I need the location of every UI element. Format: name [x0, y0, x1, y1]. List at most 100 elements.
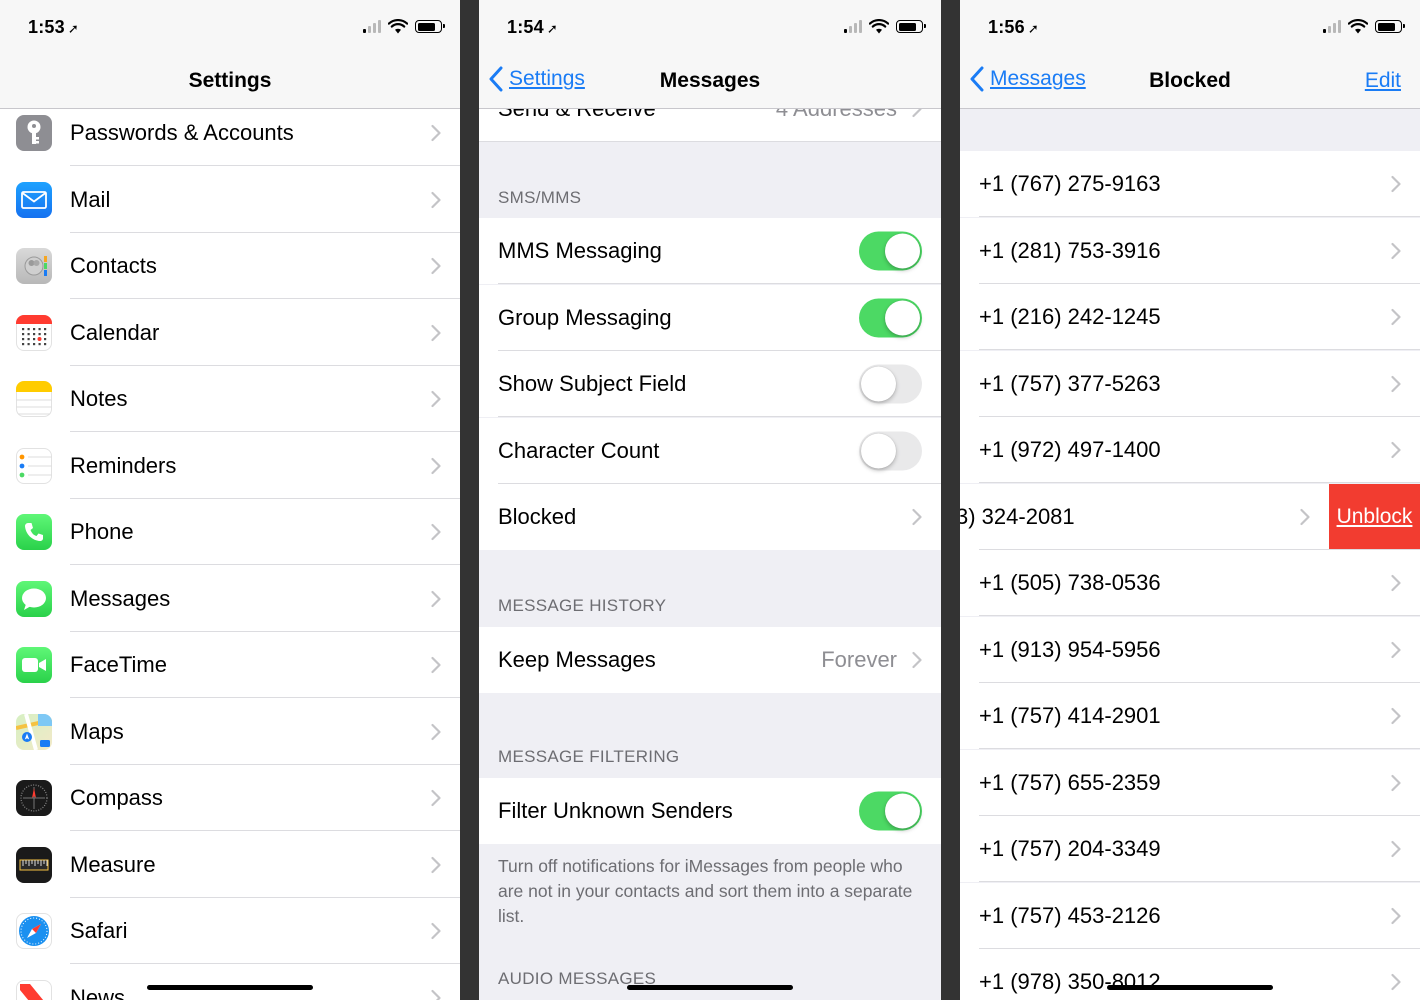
filter-unknown-senders-toggle[interactable]: [859, 791, 922, 831]
blocked-number: +1 (281) 753-3916: [979, 237, 1161, 263]
blocked-number: +1 (757) 655-2359: [979, 769, 1161, 795]
blocked-number: +1 (913) 954-5956: [979, 636, 1161, 662]
mail-icon: [16, 181, 52, 218]
messages-navbar: 1:54 ➚ Settings Messages: [479, 0, 941, 109]
sms-row-blocked[interactable]: Blocked: [479, 484, 941, 550]
settings-row-news[interactable]: News: [0, 964, 460, 1000]
blocked-number: +1 (757) 453-2126: [979, 902, 1161, 928]
chevron-right-icon: [1391, 441, 1401, 459]
chevron-right-icon: [1391, 774, 1401, 791]
home-indicator[interactable]: [147, 985, 313, 990]
row-label: Measure: [70, 851, 156, 877]
phone-icon: [16, 514, 52, 550]
section-header-sms: SMS/MMS: [498, 188, 582, 207]
row-label: Keep Messages: [498, 647, 656, 672]
blocked-number: +1 (505) 738-0536: [979, 570, 1161, 595]
settings-row-safari[interactable]: Safari: [0, 898, 460, 964]
page-title: Blocked: [1149, 69, 1231, 92]
settings-row-messages[interactable]: Messages: [0, 565, 460, 632]
row-label: Calendar: [70, 319, 160, 345]
row-label: Maps: [70, 718, 124, 744]
measure-icon: [16, 846, 52, 883]
battery-level: [417, 22, 436, 31]
blocked-number-row[interactable]: +1 (757) 414-2901: [960, 683, 1420, 749]
settings-navbar: 1:53 ➚ Settings: [0, 0, 460, 109]
chevron-right-icon: [1391, 308, 1401, 326]
chevron-right-icon: [431, 457, 441, 474]
blocked-number-row[interactable]: +1 (757) 377-5263: [960, 350, 1420, 417]
row-label: News: [70, 984, 126, 1000]
settings-row-calendar[interactable]: Calendar: [0, 299, 460, 366]
show-subject-field-toggle[interactable]: [859, 364, 922, 404]
settings-row-facetime[interactable]: FaceTime: [0, 632, 460, 698]
blocked-number-row[interactable]: +1 (913) 954-5956: [960, 616, 1420, 683]
blocked-number-row[interactable]: +1 (281) 753-3916: [960, 217, 1420, 284]
blocked-number-row[interactable]: +1 (757) 204-3349: [960, 816, 1420, 882]
filter-footer-text: Turn off notifications for iMessages fro…: [498, 856, 913, 926]
blocked-screen: +1 (767) 275-9163 +1 (281) 753-3916 +1 (21…: [960, 0, 1420, 1000]
wifi-icon: [869, 19, 889, 34]
unblock-button[interactable]: Unblock: [1329, 483, 1420, 550]
sms-row-show-subject-field: Show Subject Field: [479, 351, 941, 417]
chevron-right-icon: [1391, 907, 1401, 924]
location-arrow-icon: ➚: [1027, 21, 1039, 36]
settings-row-notes[interactable]: Notes: [0, 366, 460, 432]
row-value: Forever: [821, 647, 897, 672]
character-count-toggle[interactable]: [859, 431, 922, 470]
row-label: Messages: [70, 585, 171, 611]
settings-row-reminders[interactable]: Reminders: [0, 432, 460, 499]
battery-icon: [896, 20, 926, 33]
location-arrow-icon: ➚: [67, 21, 79, 36]
settings-row-mail[interactable]: Mail: [0, 166, 460, 233]
settings-row-maps[interactable]: Maps: [0, 698, 460, 765]
blocked-number-row[interactable]: +1 (757) 453-2126: [960, 882, 1420, 949]
separator: [479, 141, 941, 142]
toggle-knob: [885, 300, 920, 335]
calendar-icon: [16, 314, 52, 351]
row-label: Character Count: [498, 437, 660, 463]
chevron-right-icon: [431, 789, 441, 807]
settings-row-compass[interactable]: Compass: [0, 765, 460, 831]
settings-row-contacts[interactable]: Contacts: [0, 233, 460, 299]
status-time: 1:56 ➚: [988, 17, 1039, 37]
page-title: Settings: [188, 69, 272, 92]
row-label: Safari: [70, 918, 128, 943]
chevron-right-icon: [1391, 375, 1401, 392]
section-header-history: MESSAGE HISTORY: [498, 596, 667, 615]
toggle-knob: [885, 793, 920, 829]
messages-icon: [16, 580, 52, 617]
settings-row-passwords-accounts[interactable]: Passwords & Accounts: [0, 100, 460, 166]
blocked-number: +1 (757) 204-3349: [979, 836, 1161, 861]
blocked-number-row[interactable]: +1 (978) 350-8012: [960, 949, 1420, 1000]
mms-messaging-toggle[interactable]: [859, 231, 922, 271]
blocked-number: +1 (972) 497-1400: [979, 437, 1161, 462]
settings-row-phone[interactable]: Phone: [0, 499, 460, 565]
blocked-number-row[interactable]: +1 (505) 738-0536: [960, 550, 1420, 616]
keep-messages-row[interactable]: Keep Messages Forever: [479, 627, 941, 693]
group-messaging-toggle[interactable]: [859, 298, 922, 337]
blocked-number-row[interactable]: +1 (757) 655-2359: [960, 749, 1420, 816]
home-indicator[interactable]: [627, 985, 793, 990]
blocked-number-row[interactable]: +1 (216) 242-1245: [960, 284, 1420, 350]
blocked-number-row[interactable]: 3) 324-2081 Unblock: [960, 483, 1420, 550]
battery-level: [898, 22, 917, 31]
blocked-number-row[interactable]: +1 (767) 275-9163: [960, 151, 1420, 217]
status-time: 1:53 ➚: [28, 17, 79, 37]
chevron-right-icon: [912, 651, 922, 669]
news-icon: [16, 979, 52, 1000]
chevron-right-icon: [1391, 175, 1401, 193]
key-icon: [16, 115, 52, 151]
row-label: MMS Messaging: [498, 238, 662, 263]
chevron-right-icon: [431, 523, 441, 541]
blocked-number: +1 (216) 242-1245: [979, 304, 1161, 329]
edit-button[interactable]: Edit: [1365, 69, 1401, 93]
chevron-right-icon: [431, 723, 441, 740]
row-label: Mail: [70, 186, 111, 212]
chevron-right-icon: [431, 191, 441, 208]
blocked-number-row[interactable]: +1 (972) 497-1400: [960, 417, 1420, 483]
home-indicator[interactable]: [1107, 985, 1273, 990]
chevron-right-icon: [1391, 242, 1401, 259]
chevron-right-icon: [431, 590, 441, 607]
sms-row-character-count: Character Count: [479, 417, 941, 484]
settings-row-measure[interactable]: Measure: [0, 831, 460, 898]
